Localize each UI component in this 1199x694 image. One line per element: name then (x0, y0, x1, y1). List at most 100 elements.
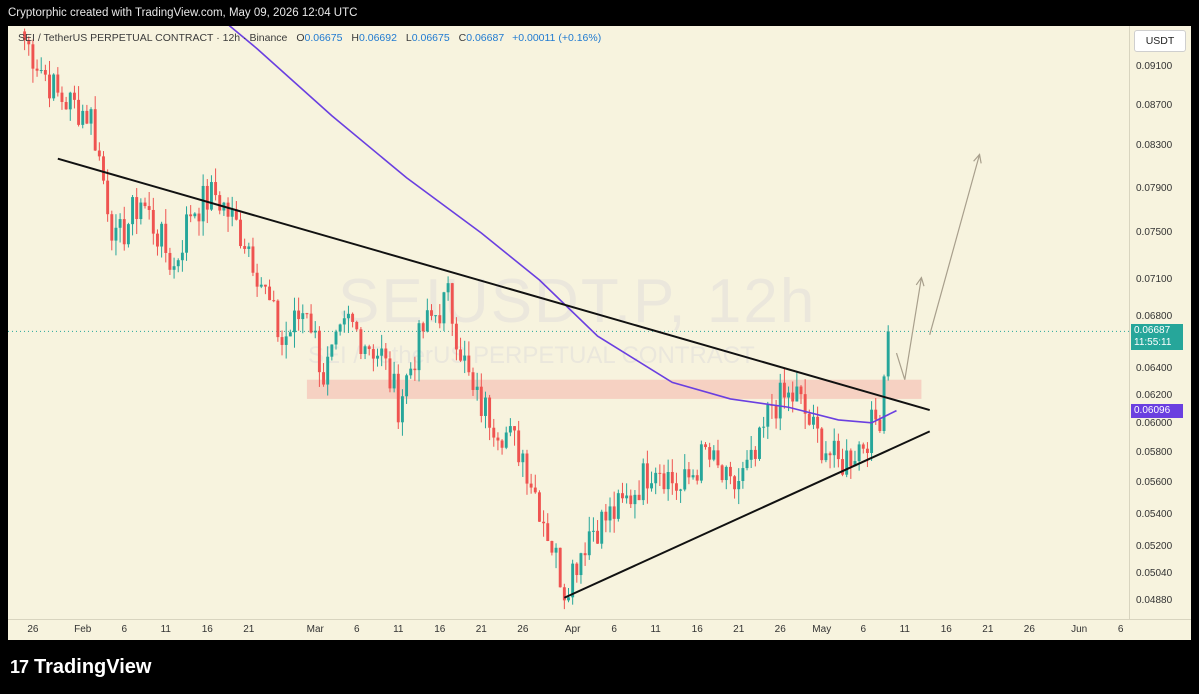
symbol-title[interactable]: SEI / TetherUS PERPETUAL CONTRACT · 12h … (18, 32, 287, 44)
candle-body (612, 506, 616, 519)
chart-pane[interactable]: SEI / TetherUS PERPETUAL CONTRACT · 12h … (8, 26, 1191, 640)
candle-body (434, 315, 438, 317)
candle-body (870, 409, 874, 454)
candle-body (882, 376, 886, 431)
candle-body (197, 213, 201, 222)
candle-body (72, 92, 76, 100)
candle-body (720, 465, 724, 481)
tradingview-logo-icon: 17 (10, 657, 29, 677)
candle-body (795, 386, 799, 402)
date-tick: 21 (243, 624, 255, 635)
open-label: O (296, 32, 305, 44)
candle-body (31, 44, 35, 69)
price-plot[interactable] (8, 26, 1191, 640)
candle-body (371, 349, 375, 359)
candle-body (135, 197, 139, 220)
candle-body (571, 563, 575, 598)
candle-body (633, 494, 637, 505)
date-tick: 26 (1023, 624, 1035, 635)
footer (0, 640, 1199, 694)
date-tick: 11 (160, 624, 171, 635)
candle-body (774, 405, 778, 419)
candle-body (567, 597, 570, 601)
candle-body (828, 453, 832, 456)
date-tick: 16 (940, 624, 952, 635)
candle-body (48, 74, 51, 99)
candle-body (122, 219, 126, 245)
candle-body (276, 300, 280, 338)
candle-body (255, 272, 259, 287)
candle-body (330, 344, 334, 357)
price-tick: 0.07500 (1136, 227, 1173, 239)
candle-body (741, 468, 745, 482)
candle-body (400, 396, 404, 423)
candle-body (297, 310, 301, 320)
descending-trendline (57, 157, 930, 412)
candle-body (102, 156, 105, 181)
candle-body (317, 330, 321, 373)
candle-body (712, 450, 716, 460)
candle-body (106, 180, 110, 215)
candle-body (753, 449, 757, 459)
candle-body (845, 450, 849, 475)
candle-body (176, 260, 180, 267)
ma-price-label: 0.06096 (1131, 403, 1183, 418)
last-price-label: 0.06687 11:55:11 (1131, 324, 1183, 351)
candle-body (525, 453, 529, 484)
candle-body (508, 426, 512, 433)
candle-body (160, 223, 164, 247)
date-tick: 26 (27, 624, 39, 635)
candle-body (782, 382, 786, 398)
candle-body (396, 373, 400, 423)
candle-body (189, 214, 193, 217)
candle-body (674, 483, 678, 491)
moving-average-line (228, 26, 897, 424)
candle-body (513, 426, 516, 431)
candle-body (77, 99, 81, 125)
candle-body (608, 506, 612, 521)
change-value: +0.00011 (+0.16%) (512, 32, 602, 44)
last-price-value: 0.06687 (1134, 325, 1171, 337)
candle-body (272, 300, 276, 302)
candle-body (587, 531, 591, 556)
candle-body (579, 553, 583, 576)
candle-body (695, 475, 699, 481)
candle-body (874, 409, 878, 420)
price-tick: 0.05800 (1136, 447, 1173, 459)
tradingview-logo[interactable]: 17 TradingView (10, 656, 151, 679)
candle-body (766, 404, 770, 427)
price-tick: 0.06400 (1136, 362, 1173, 374)
candle-body (284, 336, 288, 345)
candle-body (546, 523, 550, 541)
date-tick: 6 (611, 624, 617, 635)
candle-body (737, 481, 741, 490)
candle-body (583, 553, 587, 556)
candle-body (733, 476, 737, 490)
price-tick: 0.05040 (1136, 567, 1173, 579)
date-tick: Apr (564, 624, 581, 635)
candle-body (687, 469, 691, 478)
candle-body (533, 487, 537, 493)
candle-body (68, 92, 72, 110)
candle-body (263, 284, 267, 287)
candle-body (85, 110, 89, 124)
candle-body (645, 463, 649, 489)
date-tick: 21 (475, 624, 487, 635)
candle-body (380, 348, 384, 356)
candle-body (621, 493, 624, 499)
price-tick: 0.06200 (1136, 390, 1173, 402)
candle-body (616, 493, 620, 519)
price-tick: 0.05400 (1136, 508, 1173, 520)
candle-body (388, 358, 392, 389)
candle-body (143, 202, 147, 207)
currency-button[interactable]: USDT (1134, 30, 1186, 52)
candle-body (35, 68, 39, 71)
candle-body (778, 382, 782, 419)
candle-body (762, 426, 766, 428)
candle-body (247, 246, 251, 249)
price-tick: 0.08700 (1136, 99, 1173, 111)
candle-body (517, 430, 521, 463)
candle-body (865, 448, 869, 454)
candle-body (239, 219, 242, 247)
candle-body (52, 74, 56, 99)
